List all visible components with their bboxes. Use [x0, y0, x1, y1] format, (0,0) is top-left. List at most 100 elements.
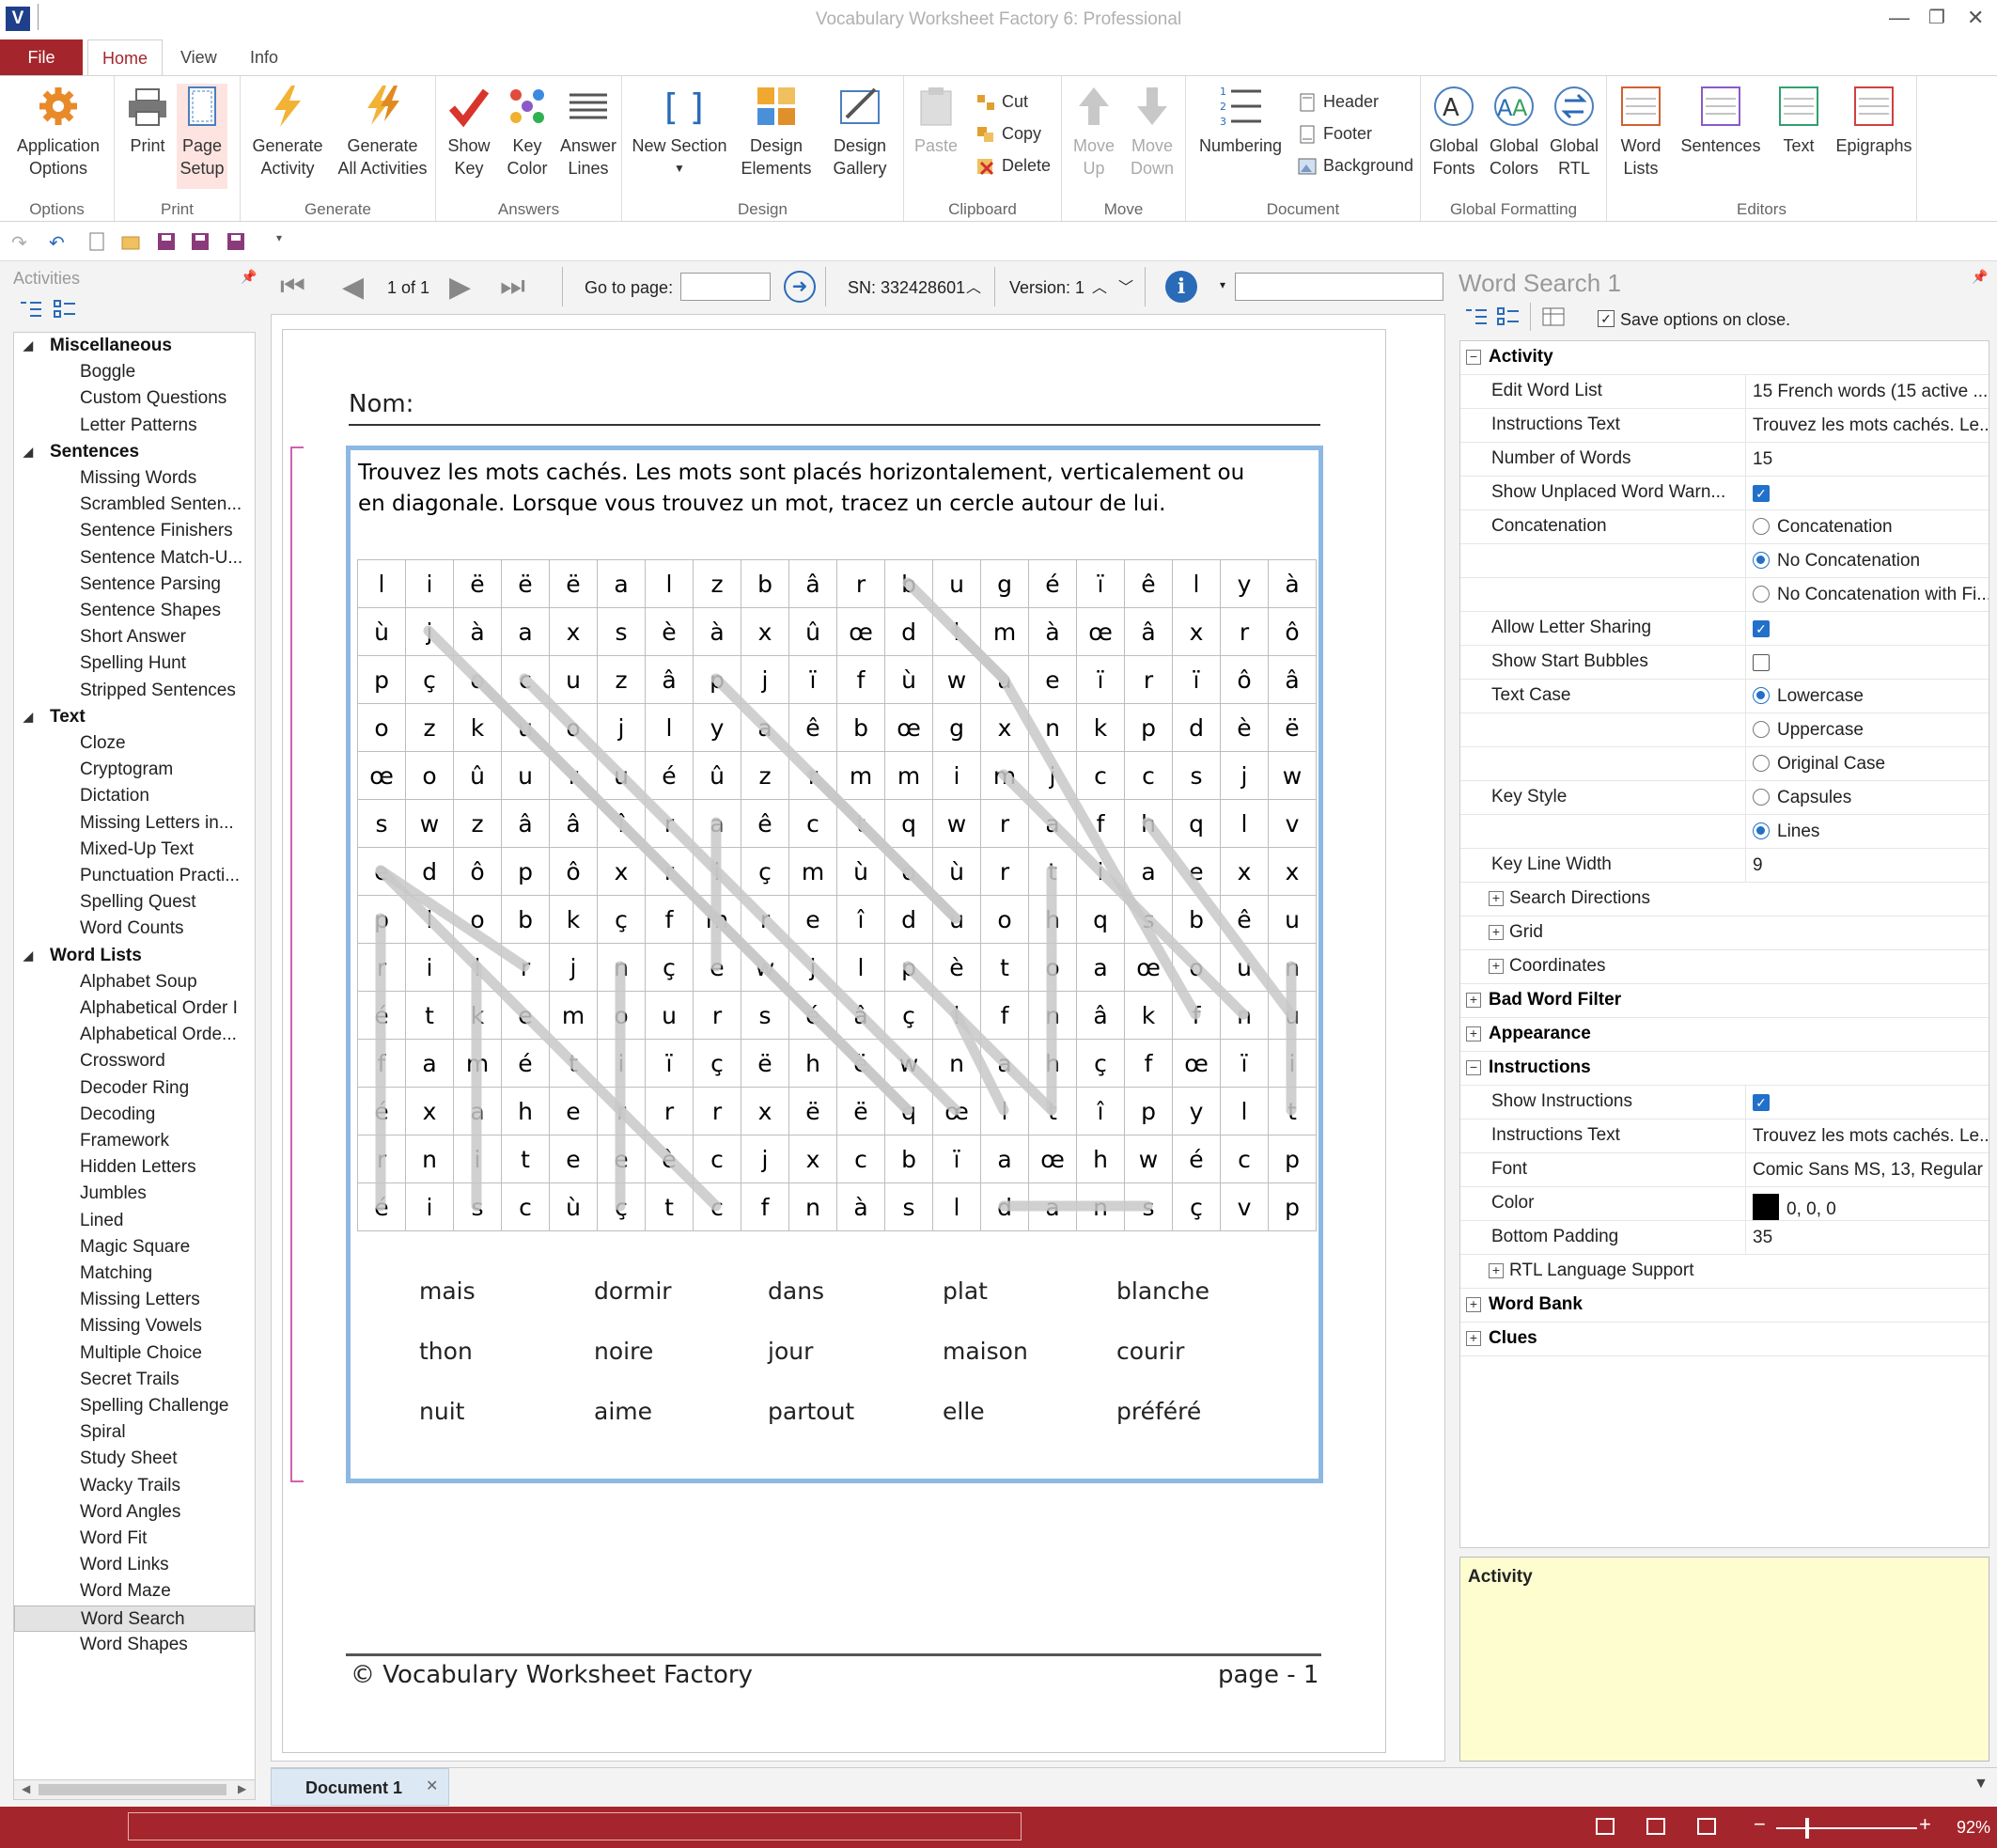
- property-row[interactable]: + Coordinates: [1460, 950, 1989, 984]
- open-folder-icon[interactable]: [120, 231, 141, 252]
- zoom-out-icon[interactable]: −: [1754, 1812, 1766, 1837]
- show-key-button[interactable]: Show Key: [440, 84, 498, 180]
- zoom-slider-thumb[interactable]: [1805, 1818, 1809, 1839]
- property-value[interactable]: Comic Sans MS, 13, Regular: [1745, 1153, 1989, 1187]
- radio-button[interactable]: [1753, 789, 1770, 806]
- version-down-icon[interactable]: ﹀: [1118, 274, 1133, 297]
- page-view-icon[interactable]: [1646, 1818, 1665, 1835]
- property-value[interactable]: 35: [1745, 1221, 1989, 1255]
- radio-button[interactable]: [1753, 822, 1770, 839]
- property-value[interactable]: ✓: [1745, 612, 1989, 646]
- tree-item[interactable]: Sentence Match-U...: [14, 545, 255, 572]
- radio-button[interactable]: [1753, 755, 1770, 772]
- tree-item[interactable]: Word Maze: [14, 1578, 255, 1605]
- maximize-button[interactable]: ❐: [1928, 6, 1945, 29]
- expand-icon[interactable]: +: [1466, 993, 1481, 1008]
- word-lists-button[interactable]: Word Lists: [1611, 84, 1671, 180]
- property-row[interactable]: Text Case Lowercase: [1460, 680, 1989, 713]
- minimize-button[interactable]: —: [1889, 6, 1910, 30]
- property-value[interactable]: 15: [1745, 443, 1989, 477]
- zoom-100-icon[interactable]: [1697, 1818, 1716, 1835]
- tree-item[interactable]: Word Fit: [14, 1526, 255, 1552]
- tree-item[interactable]: Sentence Finishers: [14, 518, 255, 544]
- expand-icon[interactable]: +: [1489, 959, 1504, 974]
- last-page-button[interactable]: ⏭: [500, 271, 525, 303]
- collapse-icon[interactable]: −: [1466, 1060, 1481, 1075]
- property-row[interactable]: Uppercase: [1460, 713, 1989, 747]
- tree-item[interactable]: Spelling Challenge: [14, 1393, 255, 1419]
- tree-item[interactable]: Word Search: [14, 1605, 255, 1632]
- tree-item[interactable]: Jumbles: [14, 1181, 255, 1207]
- goto-arrow-icon[interactable]: ➜: [784, 271, 816, 303]
- property-value[interactable]: No Concatenation: [1745, 544, 1989, 578]
- property-row[interactable]: Font Comic Sans MS, 13, Regular: [1460, 1153, 1989, 1187]
- collapse-arrow-icon[interactable]: ◢: [23, 333, 33, 359]
- property-row[interactable]: Lines: [1460, 815, 1989, 849]
- tree-item[interactable]: Short Answer: [14, 624, 255, 650]
- property-row[interactable]: Original Case: [1460, 747, 1989, 781]
- tree-item[interactable]: Multiple Choice: [14, 1340, 255, 1367]
- scrollbar-thumb[interactable]: [39, 1784, 226, 1795]
- collapse-icon[interactable]: −: [1466, 350, 1481, 365]
- generate-activity-button[interactable]: Generate Activity: [246, 84, 329, 180]
- normal-view-icon[interactable]: [1596, 1818, 1615, 1835]
- checkbox[interactable]: ✓: [1753, 1094, 1770, 1111]
- global-colors-button[interactable]: AA Global Colors: [1485, 84, 1543, 180]
- print-button[interactable]: Print: [122, 84, 173, 157]
- tree-item[interactable]: Crossword: [14, 1048, 255, 1074]
- expand-icon[interactable]: +: [1466, 1297, 1481, 1312]
- previous-page-button[interactable]: ◀: [342, 271, 364, 304]
- property-row[interactable]: Color 0, 0, 0: [1460, 1187, 1989, 1221]
- epigraphs-button[interactable]: Epigraphs: [1833, 84, 1915, 157]
- footer-button[interactable]: Footer: [1297, 119, 1372, 148]
- close-tab-icon[interactable]: ✕: [426, 1777, 438, 1795]
- delete-button[interactable]: Delete: [975, 151, 1051, 180]
- property-row[interactable]: − Instructions: [1460, 1052, 1989, 1086]
- property-value[interactable]: 0, 0, 0: [1745, 1187, 1989, 1221]
- property-row[interactable]: + Appearance: [1460, 1018, 1989, 1052]
- info-icon[interactable]: i: [1165, 271, 1197, 303]
- property-value[interactable]: Concatenation: [1745, 510, 1989, 544]
- property-value[interactable]: Original Case: [1745, 747, 1989, 781]
- property-row[interactable]: Key Style Capsules: [1460, 781, 1989, 815]
- property-value[interactable]: [1745, 646, 1989, 680]
- global-rtl-button[interactable]: Global RTL: [1545, 84, 1603, 180]
- background-button[interactable]: Background: [1297, 151, 1413, 180]
- property-value[interactable]: ✓: [1745, 1086, 1989, 1120]
- property-value[interactable]: No Concatenation with Fi...: [1745, 578, 1989, 612]
- page-setup-button[interactable]: Page Setup: [177, 84, 227, 189]
- tree-item[interactable]: Spiral: [14, 1419, 255, 1446]
- property-row[interactable]: Key Line Width 9: [1460, 849, 1989, 883]
- radio-button[interactable]: [1753, 552, 1770, 569]
- tree-item[interactable]: Sentence Parsing: [14, 572, 255, 598]
- radio-button[interactable]: [1753, 518, 1770, 535]
- tree-item[interactable]: Magic Square: [14, 1234, 255, 1261]
- color-swatch[interactable]: [1753, 1194, 1779, 1220]
- property-pages-icon[interactable]: [1541, 306, 1566, 333]
- radio-button[interactable]: [1753, 721, 1770, 738]
- tree-item[interactable]: Matching: [14, 1261, 255, 1287]
- property-value[interactable]: Lines: [1745, 815, 1989, 849]
- move-up-button[interactable]: Move Up: [1066, 84, 1122, 180]
- collapse-arrow-icon[interactable]: ◢: [23, 704, 33, 730]
- tree-item[interactable]: Secret Trails: [14, 1367, 255, 1393]
- tree-item[interactable]: Cloze: [14, 730, 255, 757]
- tree-item[interactable]: Alphabetical Order I: [14, 995, 255, 1022]
- design-gallery-button[interactable]: Design Gallery: [819, 84, 900, 180]
- tree-item[interactable]: Dictation: [14, 783, 255, 809]
- tree-item[interactable]: Missing Vowels: [14, 1313, 255, 1339]
- tree-item[interactable]: Missing Letters: [14, 1287, 255, 1313]
- property-row[interactable]: − Activity: [1460, 341, 1989, 375]
- tree-category[interactable]: ◢ Sentences: [14, 439, 139, 465]
- tree-item[interactable]: Custom Questions: [14, 385, 255, 412]
- tree-item[interactable]: Letter Patterns: [14, 413, 255, 439]
- expand-all-icon[interactable]: [19, 299, 43, 325]
- design-elements-button[interactable]: Design Elements: [733, 84, 819, 180]
- expand-icon[interactable]: +: [1466, 1331, 1481, 1346]
- radio-button[interactable]: [1753, 586, 1770, 603]
- pin-icon[interactable]: 📌: [241, 269, 257, 285]
- property-value[interactable]: 9: [1745, 849, 1989, 883]
- property-row[interactable]: No Concatenation with Fi...: [1460, 578, 1989, 612]
- tree-item[interactable]: Lined: [14, 1208, 255, 1234]
- expand-icon[interactable]: +: [1489, 1263, 1504, 1278]
